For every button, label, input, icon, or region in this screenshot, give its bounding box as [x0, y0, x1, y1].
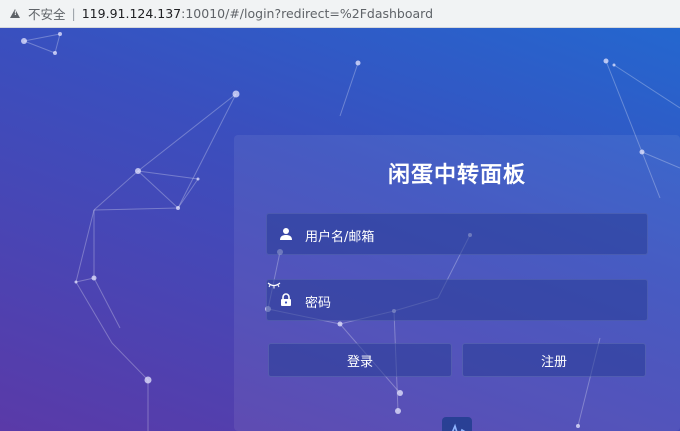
eye-closed-icon[interactable] — [267, 280, 281, 290]
username-placeholder: 用户名/邮箱 — [305, 230, 375, 245]
password-field[interactable]: 密码 — [266, 279, 648, 321]
activity-logo-icon — [442, 417, 472, 431]
page-title: 闲蛋中转面板 — [387, 163, 526, 188]
register-button[interactable]: 注册 — [462, 343, 646, 377]
lock-icon — [281, 293, 291, 306]
password-placeholder: 密码 — [305, 296, 332, 311]
login-button[interactable]: 登录 — [268, 343, 452, 377]
url-path[interactable]: :10010/#/login?redirect=%2Fdashboard — [181, 6, 433, 21]
user-icon — [280, 228, 292, 240]
address-separator: | — [71, 6, 76, 21]
login-panel: 闲蛋中转面板 用户名/邮箱 密码 登录 注册 — [234, 135, 680, 431]
security-indicator[interactable]: 不安全 — [28, 4, 66, 23]
page-background: 闲蛋中转面板 用户名/邮箱 密码 登录 注册 — [0, 28, 680, 431]
username-field[interactable]: 用户名/邮箱 — [266, 213, 648, 255]
browser-address-bar[interactable]: 不安全 | 119.91.124.137 :10010/#/login?redi… — [0, 0, 680, 28]
url-host[interactable]: 119.91.124.137 — [82, 6, 181, 21]
warning-icon[interactable] — [10, 9, 20, 18]
